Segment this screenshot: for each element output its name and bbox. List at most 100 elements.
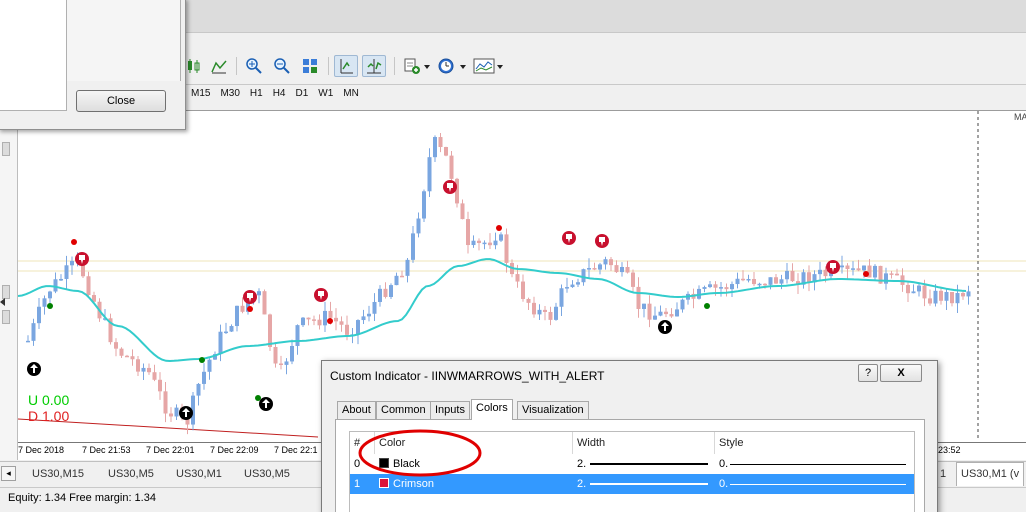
tab-scroll-left-icon[interactable]: ◂	[1, 466, 16, 481]
chart-shift-icon[interactable]	[334, 55, 358, 77]
chevron-down-icon[interactable]	[460, 65, 466, 69]
width-cell[interactable]: 2.	[573, 454, 586, 474]
help-button[interactable]: ?	[858, 364, 878, 382]
tab-partial[interactable]: 1	[940, 464, 946, 484]
candle-body	[229, 326, 234, 332]
candle-body	[433, 137, 437, 158]
timeframe-mn[interactable]: MN	[338, 84, 364, 104]
candle-body	[603, 259, 608, 265]
red-signal-dot	[71, 239, 77, 245]
candle-body	[449, 155, 454, 179]
tab-us30-m15[interactable]: US30,M15	[32, 464, 84, 484]
background-dialog: Close	[0, 0, 186, 130]
tab-us30-m1[interactable]: US30,M1	[176, 464, 222, 484]
candle-body	[224, 331, 228, 334]
tab-inputs[interactable]: Inputs	[430, 401, 470, 419]
timeframe-h1[interactable]: H1	[245, 84, 268, 104]
candle-body	[763, 283, 767, 286]
candle-body	[944, 291, 949, 301]
red-signal-dot	[247, 306, 253, 312]
candle-body	[950, 291, 954, 304]
candle-body	[911, 291, 916, 294]
tab-common[interactable]: Common	[376, 401, 431, 419]
left-strip-handle[interactable]	[2, 285, 10, 299]
candle-body	[713, 284, 718, 288]
column-header-style[interactable]: Style	[715, 432, 914, 454]
candle-body	[906, 284, 910, 294]
candle-body	[779, 279, 784, 284]
candle-body	[961, 293, 965, 297]
red-signal-dot	[496, 225, 502, 231]
periods-clock-icon[interactable]	[434, 55, 458, 77]
candle-body	[653, 315, 657, 320]
timeframe-h4[interactable]: H4	[268, 84, 291, 104]
style-cell[interactable]: 0.	[715, 474, 728, 494]
candle-body	[345, 324, 349, 335]
candle-body	[356, 320, 360, 335]
chevron-down-icon[interactable]	[497, 65, 503, 69]
candle-body	[482, 242, 487, 245]
line-chart-icon[interactable]	[207, 55, 231, 77]
down-arrow-signal-icon	[314, 288, 328, 302]
candle-body	[862, 265, 866, 271]
candle-body	[290, 345, 294, 362]
style-cell[interactable]: 0.	[715, 454, 728, 474]
close-icon[interactable]: X	[880, 364, 922, 382]
tab-colors[interactable]: Colors	[471, 399, 513, 420]
indicators-add-icon[interactable]	[400, 55, 424, 77]
tab-us30-m1-visual[interactable]: US30,M1 (v	[956, 462, 1025, 486]
dialog-list-panel	[0, 0, 67, 111]
candle-body	[526, 298, 531, 303]
tab-us30-m5-2[interactable]: US30,M5	[244, 464, 290, 484]
candle-body	[427, 157, 432, 192]
candle-body	[262, 291, 267, 315]
tab-visualization[interactable]: Visualization	[517, 401, 589, 419]
candle-body	[565, 287, 569, 289]
down-arrow-signal-icon	[75, 252, 89, 266]
candle-body	[169, 413, 173, 417]
zoom-in-icon[interactable]	[242, 55, 266, 77]
candle-body	[235, 305, 239, 327]
candle-body	[757, 283, 762, 286]
close-button[interactable]: Close	[76, 90, 166, 112]
column-header-width[interactable]: Width	[573, 432, 715, 454]
candle-body	[119, 348, 124, 356]
candle-body	[790, 270, 795, 282]
time-label: 7 Dec 22:01	[146, 445, 195, 455]
width-cell[interactable]: 2.	[573, 474, 586, 494]
left-strip-handle[interactable]	[2, 310, 10, 324]
candle-body	[31, 323, 36, 341]
candle-body	[840, 265, 844, 268]
candle-body	[719, 287, 723, 289]
candle-body	[383, 288, 388, 297]
candle-body	[466, 219, 470, 246]
timeframe-m30[interactable]: M30	[215, 84, 244, 104]
dialog-title: Custom Indicator - IINWMARROWS_WITH_ALER…	[330, 369, 605, 383]
tab-about[interactable]: About	[337, 401, 376, 419]
time-label: 7 Dec 22:1	[274, 445, 318, 455]
candle-body	[823, 269, 828, 277]
candle-body	[548, 311, 553, 320]
green-signal-dot	[704, 303, 710, 309]
candle-body	[807, 272, 811, 283]
width-line-sample	[590, 483, 708, 485]
auto-scroll-icon[interactable]	[362, 55, 386, 77]
candle-body	[444, 147, 448, 156]
candle-body	[928, 298, 932, 304]
candle-body	[273, 346, 278, 364]
candle-body	[658, 311, 663, 316]
timeframe-w1[interactable]: W1	[313, 84, 338, 104]
candle-body	[724, 287, 729, 290]
timeframe-m15[interactable]: M15	[186, 84, 215, 104]
color-name: Crimson	[393, 478, 434, 490]
templates-icon[interactable]	[472, 55, 496, 77]
candle-body	[394, 275, 399, 286]
tile-windows-icon[interactable]	[298, 55, 322, 77]
chevron-down-icon[interactable]	[424, 65, 430, 69]
tab-us30-m5[interactable]: US30,M5	[108, 464, 154, 484]
candle-body	[785, 270, 789, 280]
left-strip-handle[interactable]	[2, 142, 10, 156]
timeframe-d1[interactable]: D1	[291, 84, 314, 104]
zoom-out-icon[interactable]	[270, 55, 294, 77]
down-arrow-signal-icon	[595, 234, 609, 248]
